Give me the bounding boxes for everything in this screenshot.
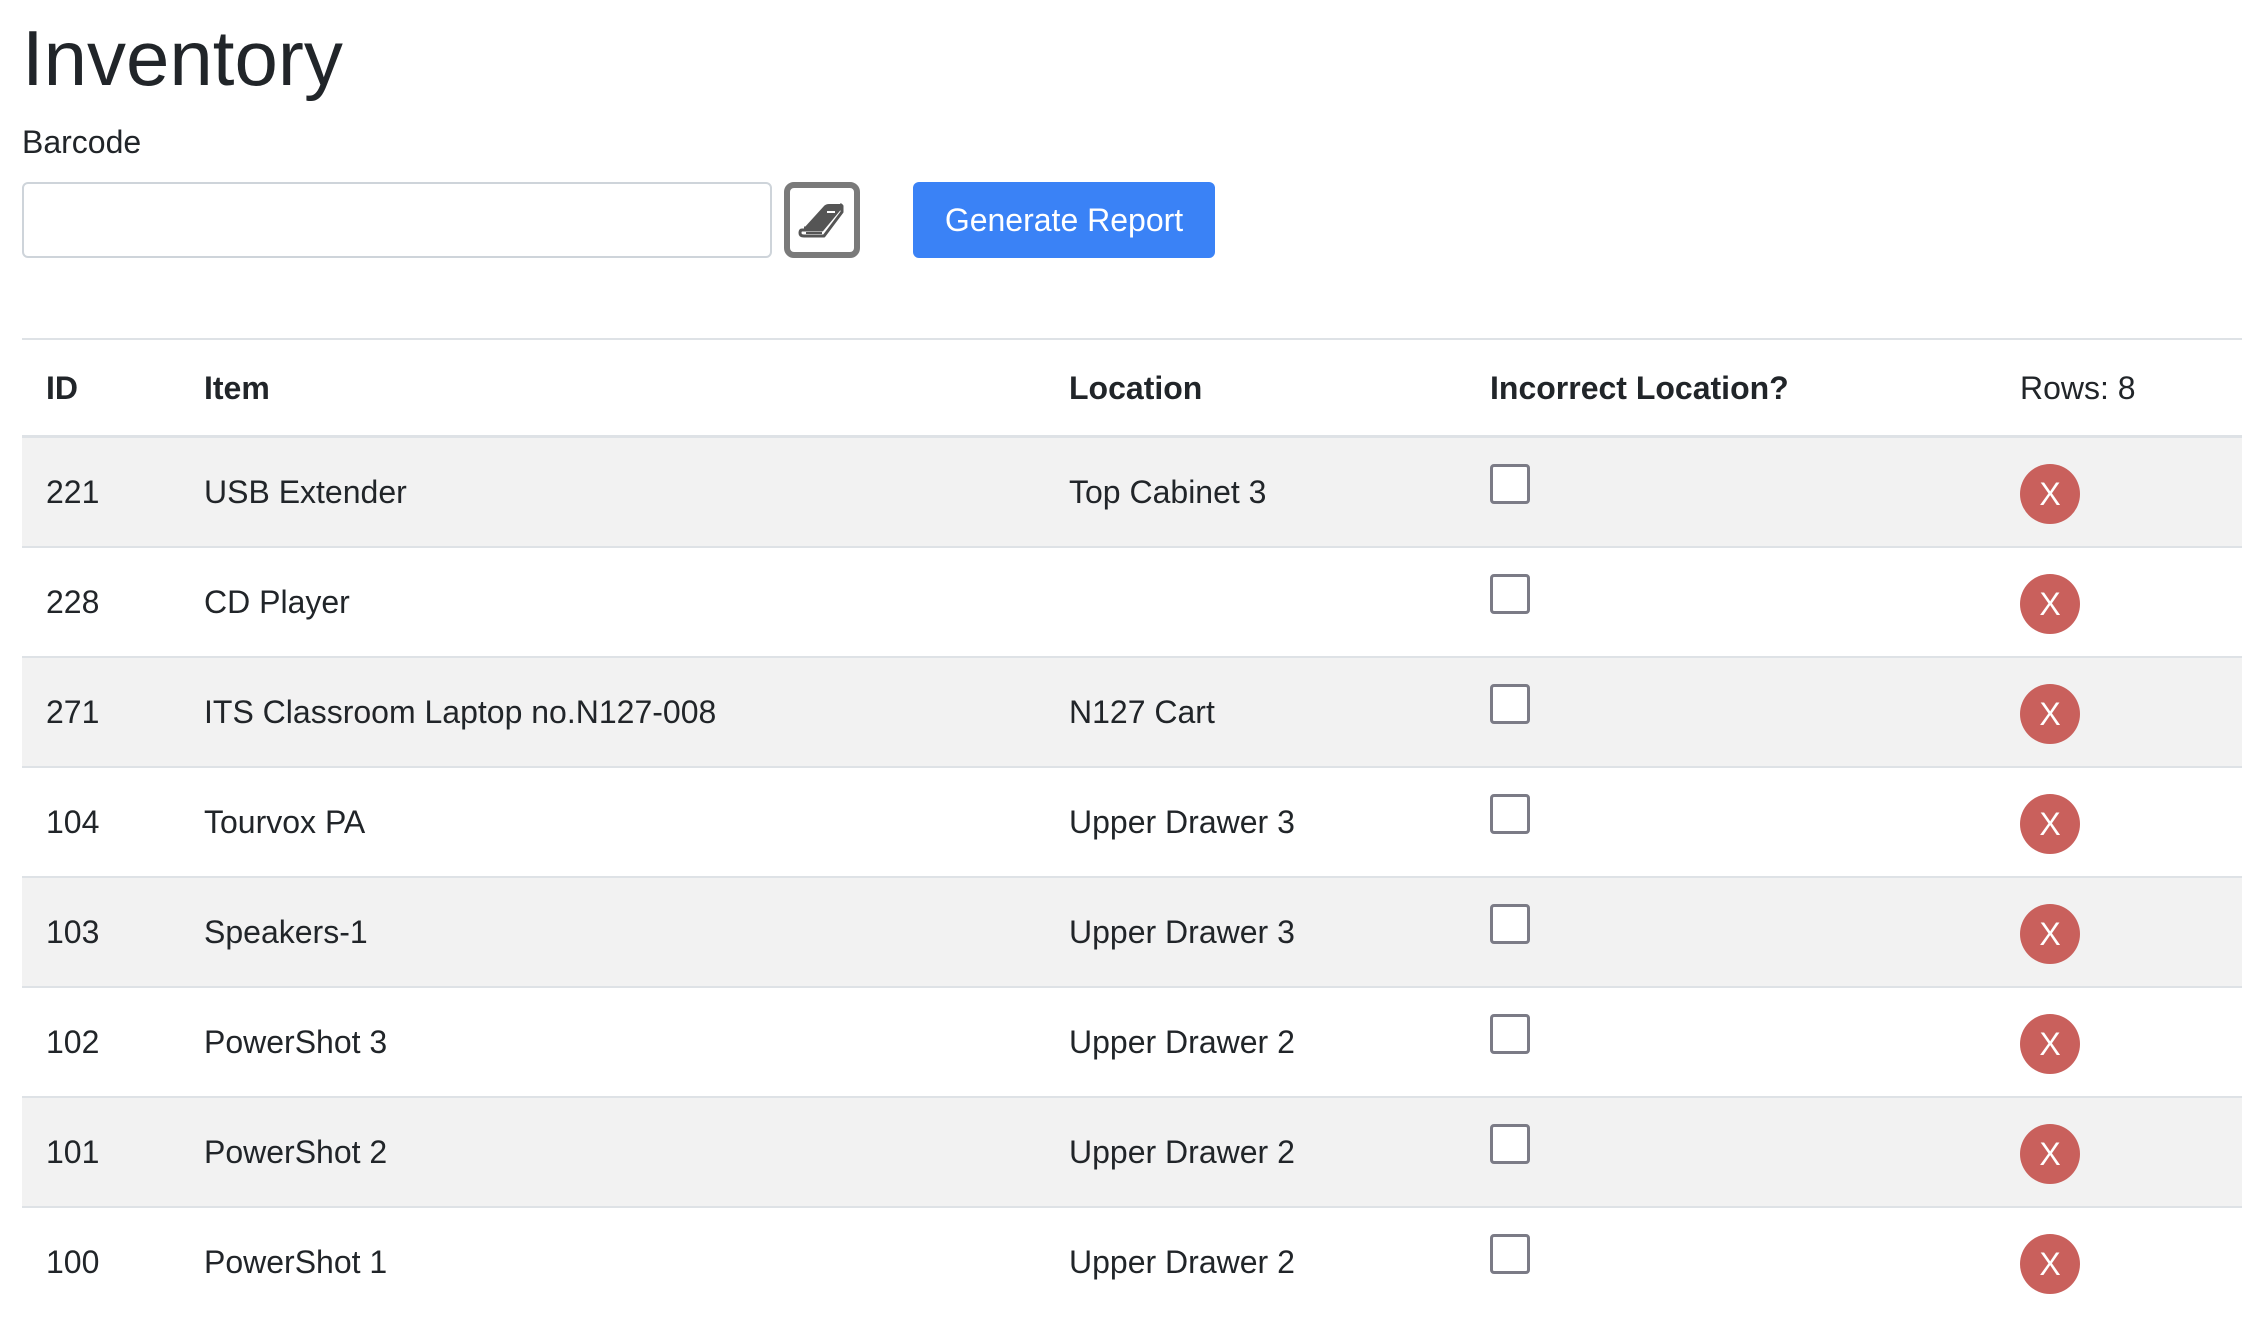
cell-item: USB Extender (204, 474, 407, 510)
table-row: 101 PowerShot 2 Upper Drawer 2 X (22, 1098, 2242, 1208)
barcode-lookup-button[interactable] (784, 182, 860, 258)
barcode-label: Barcode (22, 124, 142, 160)
delete-row-button[interactable]: X (2020, 684, 2080, 744)
cell-item: CD Player (204, 584, 350, 620)
cell-location: Upper Drawer 3 (1069, 914, 1295, 950)
delete-row-button[interactable]: X (2020, 1014, 2080, 1074)
cell-location: Upper Drawer 2 (1069, 1244, 1295, 1280)
cell-location: Top Cabinet 3 (1069, 474, 1267, 510)
header-id: ID (46, 370, 78, 406)
delete-row-button[interactable]: X (2020, 1124, 2080, 1184)
table-row: 103 Speakers-1 Upper Drawer 3 X (22, 878, 2242, 988)
delete-row-button[interactable]: X (2020, 464, 2080, 524)
cell-location: Upper Drawer 3 (1069, 804, 1295, 840)
cell-id: 101 (46, 1134, 100, 1170)
header-incorrect-location: Incorrect Location? (1490, 370, 1789, 406)
incorrect-location-checkbox[interactable] (1490, 574, 1530, 614)
cell-id: 100 (46, 1244, 100, 1280)
table-row: 100 PowerShot 1 Upper Drawer 2 X (22, 1208, 2242, 1318)
cell-item: PowerShot 1 (204, 1244, 388, 1280)
cell-item: Speakers-1 (204, 914, 368, 950)
header-location: Location (1069, 370, 1203, 406)
generate-report-button[interactable]: Generate Report (913, 182, 1215, 258)
rows-count: Rows: 8 (2020, 370, 2136, 406)
cell-id: 221 (46, 474, 100, 510)
cell-location: N127 Cart (1069, 694, 1215, 730)
incorrect-location-checkbox[interactable] (1490, 464, 1530, 504)
incorrect-location-checkbox[interactable] (1490, 1234, 1530, 1274)
table-row: 104 Tourvox PA Upper Drawer 3 X (22, 768, 2242, 878)
cell-id: 228 (46, 584, 100, 620)
cell-id: 103 (46, 914, 100, 950)
cell-location: Upper Drawer 2 (1069, 1134, 1295, 1170)
incorrect-location-checkbox[interactable] (1490, 684, 1530, 724)
inventory-table: ID Item Location Incorrect Location? Row… (22, 338, 2242, 1318)
table-header: ID Item Location Incorrect Location? Row… (22, 340, 2242, 438)
incorrect-location-checkbox[interactable] (1490, 1124, 1530, 1164)
cell-item: Tourvox PA (204, 804, 366, 840)
header-item: Item (204, 370, 270, 406)
table-row: 228 CD Player X (22, 548, 2242, 658)
cell-item: PowerShot 2 (204, 1134, 388, 1170)
barcode-input[interactable] (22, 182, 772, 258)
incorrect-location-checkbox[interactable] (1490, 904, 1530, 944)
cell-item: ITS Classroom Laptop no.N127-008 (204, 694, 717, 730)
cell-location: Upper Drawer 2 (1069, 1024, 1295, 1060)
table-row: 271 ITS Classroom Laptop no.N127-008 N12… (22, 658, 2242, 768)
cell-id: 104 (46, 804, 100, 840)
page-title: Inventory (22, 14, 343, 102)
cell-id: 102 (46, 1024, 100, 1060)
delete-row-button[interactable]: X (2020, 904, 2080, 964)
delete-row-button[interactable]: X (2020, 574, 2080, 634)
table-row: 102 PowerShot 3 Upper Drawer 2 X (22, 988, 2242, 1098)
book-icon (794, 192, 850, 248)
incorrect-location-checkbox[interactable] (1490, 1014, 1530, 1054)
incorrect-location-checkbox[interactable] (1490, 794, 1530, 834)
table-row: 221 USB Extender Top Cabinet 3 X (22, 438, 2242, 548)
delete-row-button[interactable]: X (2020, 794, 2080, 854)
delete-row-button[interactable]: X (2020, 1234, 2080, 1294)
cell-item: PowerShot 3 (204, 1024, 388, 1060)
cell-id: 271 (46, 694, 100, 730)
